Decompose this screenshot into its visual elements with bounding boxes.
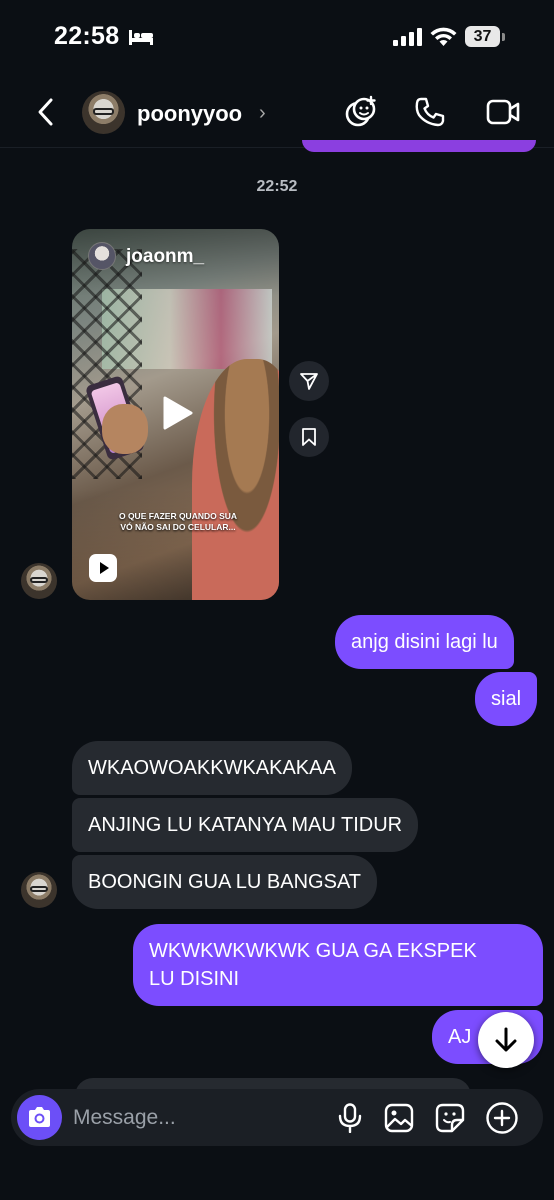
battery-icon: 37 bbox=[465, 26, 505, 48]
wifi-icon bbox=[430, 27, 457, 46]
gallery-icon[interactable] bbox=[384, 1103, 414, 1133]
bookmark-icon bbox=[302, 428, 316, 446]
message-timestamp: 22:52 bbox=[256, 178, 298, 195]
sticker-icon[interactable] bbox=[435, 1103, 465, 1133]
camera-icon bbox=[29, 1107, 50, 1127]
message-bubble-incoming[interactable]: ANJING LU KATANYA MAU TIDUR bbox=[72, 798, 419, 852]
message-composer bbox=[11, 1089, 543, 1146]
phone-icon[interactable] bbox=[414, 96, 446, 128]
share-icon bbox=[300, 373, 318, 390]
shared-reel-card[interactable]: joaonm_ O QUE FAZER QUANDO SUA VÓ NÃO SA… bbox=[72, 229, 279, 600]
message-bubble-incoming[interactable]: WKAOWOAKKWKAKAKAA bbox=[72, 741, 352, 795]
avatar[interactable] bbox=[21, 872, 57, 908]
save-reel-button[interactable] bbox=[289, 417, 329, 457]
avatar[interactable] bbox=[82, 91, 125, 134]
battery-level: 37 bbox=[473, 28, 492, 45]
contact-username[interactable]: poonyyoo bbox=[137, 101, 242, 127]
avatar[interactable] bbox=[21, 563, 57, 599]
reel-author-name: joaonm_ bbox=[126, 246, 205, 267]
scroll-to-bottom-button[interactable] bbox=[478, 1012, 534, 1068]
message-bubble-outgoing[interactable]: sial bbox=[475, 672, 538, 726]
play-icon[interactable] bbox=[157, 394, 195, 432]
mic-icon[interactable] bbox=[337, 1103, 363, 1133]
video-icon[interactable] bbox=[486, 97, 520, 127]
message-input[interactable] bbox=[73, 1099, 323, 1137]
message-line: WKWKWKWKWK GUA GA EKSPEK bbox=[149, 940, 477, 962]
reel-icon bbox=[89, 554, 117, 582]
plus-icon[interactable] bbox=[485, 1101, 519, 1135]
previous-message-peek bbox=[302, 140, 536, 152]
message-bubble-outgoing[interactable]: WKWKWKWKWK GUA GA EKSPEK LU DISINI bbox=[133, 924, 543, 1006]
message-bubble-outgoing[interactable]: anjg disini lagi lu bbox=[335, 615, 514, 669]
camera-button[interactable] bbox=[17, 1095, 62, 1140]
status-time: 22:58 bbox=[54, 22, 120, 50]
status-bar: 22:58 37 bbox=[0, 0, 554, 76]
chat-header: poonyyoo › bbox=[0, 76, 554, 148]
share-reel-button[interactable] bbox=[289, 361, 329, 401]
effects-icon[interactable] bbox=[344, 95, 378, 129]
chevron-right-icon[interactable]: › bbox=[259, 102, 266, 125]
cellular-signal-icon bbox=[393, 28, 422, 46]
back-icon[interactable] bbox=[32, 96, 60, 128]
sleep-bed-icon bbox=[129, 30, 153, 45]
reel-caption: O QUE FAZER QUANDO SUA VÓ NÃO SAI DO CEL… bbox=[118, 511, 238, 532]
reel-author-avatar bbox=[88, 242, 116, 270]
message-line: LU DISINI bbox=[149, 968, 240, 990]
arrow-down-icon bbox=[495, 1027, 517, 1052]
message-bubble-incoming[interactable]: BOONGIN GUA LU BANGSAT bbox=[72, 855, 378, 909]
